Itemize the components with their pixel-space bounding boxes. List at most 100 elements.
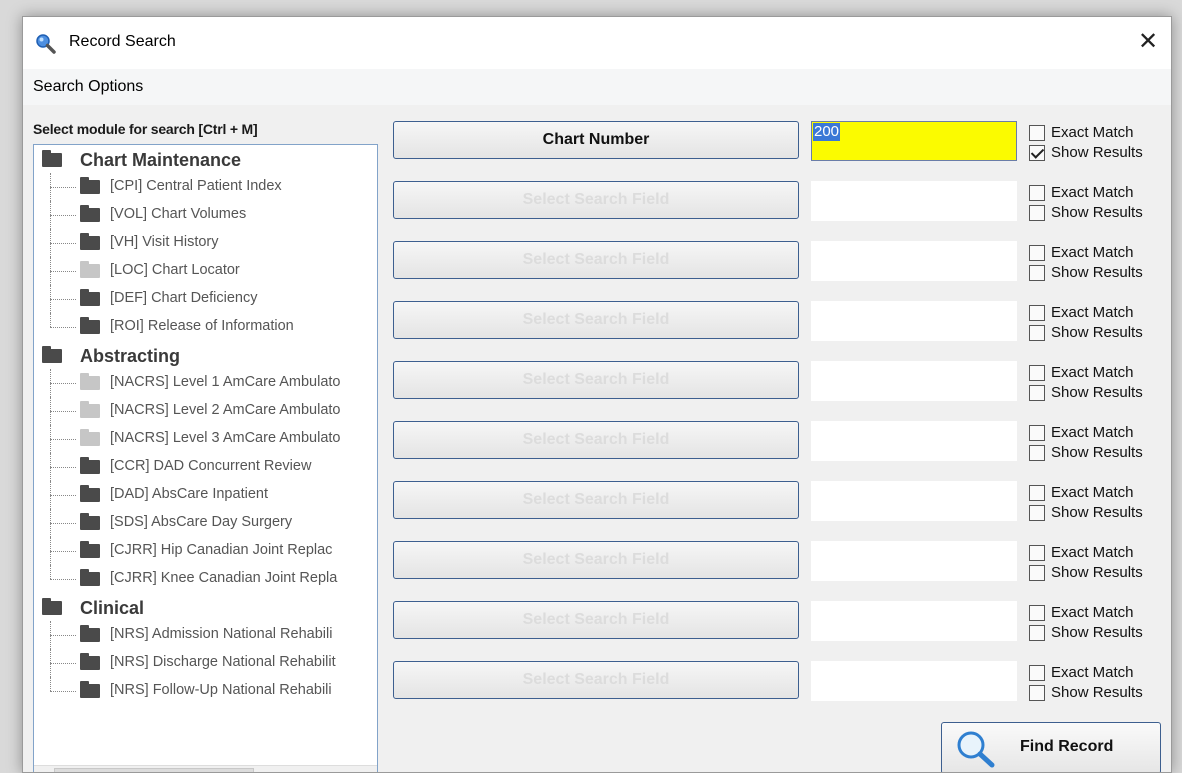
folder-icon bbox=[80, 233, 100, 250]
tree-item[interactable]: [DAD] AbsCare Inpatient bbox=[34, 481, 377, 509]
tree-connector bbox=[50, 299, 76, 300]
exact-match-checkbox[interactable] bbox=[1029, 185, 1045, 201]
tree-item[interactable]: [VOL] Chart Volumes bbox=[34, 201, 377, 229]
show-results-checkbox[interactable] bbox=[1029, 145, 1045, 161]
search-field-button[interactable]: Select Search Field bbox=[393, 541, 799, 579]
exact-match-label: Exact Match bbox=[1051, 604, 1134, 621]
show-results-checkbox[interactable] bbox=[1029, 625, 1045, 641]
tree-item[interactable]: [CPI] Central Patient Index bbox=[34, 173, 377, 201]
folder-icon bbox=[80, 513, 100, 530]
tree-group-header[interactable]: Chart Maintenance bbox=[34, 145, 377, 173]
show-results-checkbox[interactable] bbox=[1029, 205, 1045, 221]
tree-item-label: [CPI] Central Patient Index bbox=[110, 178, 282, 194]
tree-item-label: [CJRR] Knee Canadian Joint Repla bbox=[110, 570, 338, 586]
tree-connector bbox=[50, 327, 76, 328]
search-value-input[interactable] bbox=[811, 241, 1017, 281]
search-value-input[interactable] bbox=[811, 121, 1017, 161]
search-field-button[interactable]: Select Search Field bbox=[393, 361, 799, 399]
exact-match-checkbox[interactable] bbox=[1029, 605, 1045, 621]
tree-item[interactable]: [VH] Visit History bbox=[34, 229, 377, 257]
tree-horizontal-scrollbar[interactable]: < > bbox=[34, 765, 377, 772]
search-value-input[interactable] bbox=[811, 601, 1017, 641]
search-value-input[interactable] bbox=[811, 361, 1017, 401]
search-value-input[interactable] bbox=[811, 301, 1017, 341]
tree-group: Abstracting [NACRS] Level 1 AmCare Ambula… bbox=[34, 341, 377, 593]
exact-match-checkbox[interactable] bbox=[1029, 485, 1045, 501]
find-record-button[interactable]: Find Record bbox=[941, 722, 1161, 772]
show-results-label: Show Results bbox=[1051, 504, 1143, 521]
search-field-button[interactable]: Select Search Field bbox=[393, 181, 799, 219]
search-field-button[interactable]: Select Search Field bbox=[393, 301, 799, 339]
exact-match-checkbox[interactable] bbox=[1029, 245, 1045, 261]
tree-connector bbox=[50, 439, 76, 440]
exact-match-checkbox[interactable] bbox=[1029, 425, 1045, 441]
show-results-checkbox[interactable] bbox=[1029, 385, 1045, 401]
search-value-input[interactable] bbox=[811, 181, 1017, 221]
scroll-thumb[interactable] bbox=[54, 768, 254, 772]
tree-connector bbox=[50, 383, 76, 384]
tree-connector bbox=[50, 313, 51, 327]
scroll-left-arrow[interactable]: < bbox=[36, 768, 54, 772]
tree-group-header[interactable]: Abstracting bbox=[34, 341, 377, 369]
tree-connector bbox=[50, 187, 76, 188]
tree-item[interactable]: [NRS] Discharge National Rehabilit bbox=[34, 649, 377, 677]
exact-match-checkbox[interactable] bbox=[1029, 665, 1045, 681]
exact-match-checkbox[interactable] bbox=[1029, 545, 1045, 561]
exact-match-label: Exact Match bbox=[1051, 244, 1134, 261]
search-field-button[interactable]: Select Search Field bbox=[393, 601, 799, 639]
tree-item-label: [CJRR] Hip Canadian Joint Replac bbox=[110, 542, 333, 558]
folder-icon bbox=[80, 401, 100, 418]
search-value-text: 200 bbox=[813, 123, 841, 141]
tree-item[interactable]: [NACRS] Level 2 AmCare Ambulato bbox=[34, 397, 377, 425]
show-results-label: Show Results bbox=[1051, 144, 1143, 161]
tree-item[interactable]: [ROI] Release of Information bbox=[34, 313, 377, 341]
exact-match-checkbox[interactable] bbox=[1029, 365, 1045, 381]
show-results-checkbox[interactable] bbox=[1029, 445, 1045, 461]
scroll-right-arrow[interactable]: > bbox=[357, 768, 375, 772]
tree-group-header[interactable]: Clinical bbox=[34, 593, 377, 621]
search-value-input[interactable] bbox=[811, 661, 1017, 701]
tree-item[interactable]: [NACRS] Level 3 AmCare Ambulato bbox=[34, 425, 377, 453]
module-tree[interactable]: Chart Maintenance [CPI] Central Patient I… bbox=[33, 144, 378, 772]
tree-group-label: Clinical bbox=[80, 598, 145, 618]
tree-item[interactable]: [NACRS] Level 1 AmCare Ambulato bbox=[34, 369, 377, 397]
show-results-label: Show Results bbox=[1051, 204, 1143, 221]
tree-item[interactable]: [CCR] DAD Concurrent Review bbox=[34, 453, 377, 481]
tree-group: Clinical [NRS] Admission National Rehabil… bbox=[34, 593, 377, 705]
menu-search-options[interactable]: Search Options bbox=[33, 78, 143, 96]
module-panel-label: Select module for search [Ctrl + M] bbox=[33, 121, 258, 137]
tree-item[interactable]: [NRS] Admission National Rehabili bbox=[34, 621, 377, 649]
search-field-button[interactable]: Select Search Field bbox=[393, 421, 799, 459]
exact-match-label: Exact Match bbox=[1051, 364, 1134, 381]
search-field-button[interactable]: Select Search Field bbox=[393, 481, 799, 519]
close-button[interactable]: ✕ bbox=[1131, 25, 1165, 59]
tree-item-label: [NACRS] Level 3 AmCare Ambulato bbox=[110, 430, 341, 446]
tree-item[interactable]: [DEF] Chart Deficiency bbox=[34, 285, 377, 313]
show-results-checkbox[interactable] bbox=[1029, 685, 1045, 701]
search-row: Select Search Field Exact Match Show Resul… bbox=[383, 481, 1171, 521]
search-row: Select Search Field Exact Match Show Resul… bbox=[383, 601, 1171, 641]
search-value-input[interactable] bbox=[811, 541, 1017, 581]
show-results-checkbox[interactable] bbox=[1029, 325, 1045, 341]
exact-match-checkbox[interactable] bbox=[1029, 305, 1045, 321]
tree-item[interactable]: [CJRR] Hip Canadian Joint Replac bbox=[34, 537, 377, 565]
folder-icon bbox=[80, 205, 100, 222]
tree-item[interactable]: [NRS] Follow-Up National Rehabili bbox=[34, 677, 377, 705]
tree-item[interactable]: [LOC] Chart Locator bbox=[34, 257, 377, 285]
folder-icon bbox=[80, 569, 100, 586]
tree-connector bbox=[50, 523, 76, 524]
search-value-input[interactable] bbox=[811, 481, 1017, 521]
show-results-checkbox[interactable] bbox=[1029, 565, 1045, 581]
search-field-button[interactable]: Select Search Field bbox=[393, 241, 799, 279]
show-results-checkbox[interactable] bbox=[1029, 265, 1045, 281]
tree-connector bbox=[50, 467, 76, 468]
search-field-button[interactable]: Chart Number bbox=[393, 121, 799, 159]
tree-item[interactable]: [CJRR] Knee Canadian Joint Repla bbox=[34, 565, 377, 593]
exact-match-checkbox[interactable] bbox=[1029, 125, 1045, 141]
exact-match-label: Exact Match bbox=[1051, 124, 1134, 141]
show-results-checkbox[interactable] bbox=[1029, 505, 1045, 521]
folder-icon bbox=[80, 625, 100, 642]
search-field-button[interactable]: Select Search Field bbox=[393, 661, 799, 699]
tree-item[interactable]: [SDS] AbsCare Day Surgery bbox=[34, 509, 377, 537]
search-value-input[interactable] bbox=[811, 421, 1017, 461]
